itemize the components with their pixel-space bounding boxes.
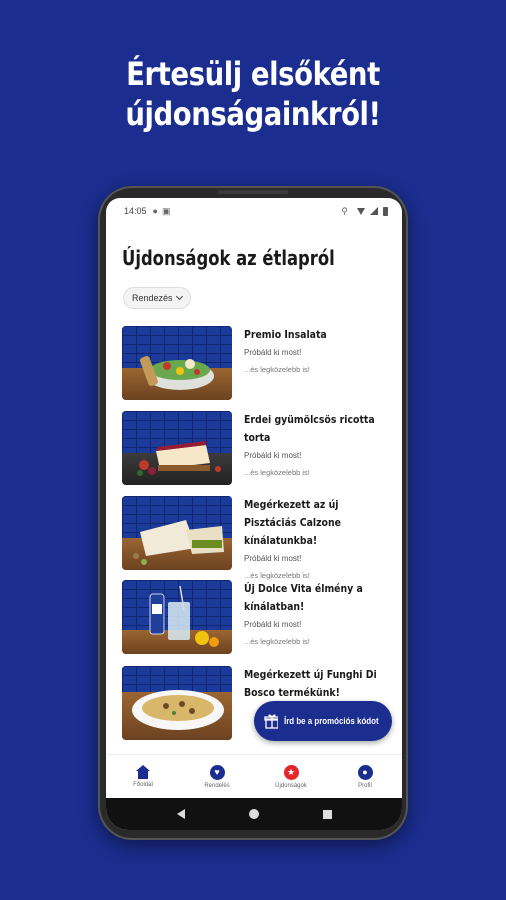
sort-label: Rendezés bbox=[132, 293, 173, 303]
promo-headline: Értesülj elsőként újdonságainkról! bbox=[35, 54, 470, 134]
item-title: Megérkezett új Funghi Di Bosco termékünk… bbox=[244, 668, 377, 699]
bottom-tab-bar: Főoldal ♥ Rendelés ★ Újdonságok ● Profil bbox=[106, 754, 402, 798]
back-icon[interactable] bbox=[176, 809, 185, 819]
item-image-calzone bbox=[122, 496, 232, 570]
app-screen: 14:05 ● ▣ ⚲ Újdonságok az étlapról Rende… bbox=[106, 198, 402, 830]
item-title: Megérkezett az új Pisztáciás Calzone kín… bbox=[244, 498, 341, 547]
home-icon bbox=[136, 765, 150, 779]
item-subtitle: Próbáld ki most! bbox=[244, 451, 302, 460]
news-list: Premio Insalata Próbáld ki most! ...és l… bbox=[122, 324, 392, 749]
order-icon: ♥ bbox=[209, 764, 225, 780]
location-icon: ⚲ bbox=[341, 205, 348, 216]
profile-icon: ● bbox=[357, 764, 373, 780]
item-subtitle: Próbáld ki most! bbox=[244, 554, 302, 563]
phone-speaker bbox=[218, 190, 288, 194]
headline-line-2: újdonságainkról! bbox=[125, 95, 381, 133]
tab-news[interactable]: ★ Újdonságok bbox=[254, 755, 328, 798]
headline-line-1: Értesülj elsőként bbox=[126, 55, 380, 93]
item-image-salad bbox=[122, 326, 232, 400]
item-subtitle: Próbáld ki most! bbox=[244, 620, 302, 629]
battery-icon bbox=[383, 206, 388, 216]
tab-label: Főoldal bbox=[133, 782, 153, 788]
wifi-icon bbox=[357, 207, 365, 215]
list-item[interactable]: Megérkezett az új Pisztáciás Calzone kín… bbox=[122, 494, 392, 580]
gift-icon bbox=[264, 714, 279, 729]
tab-profile[interactable]: ● Profil bbox=[328, 755, 402, 798]
notification-icon: ▣ bbox=[161, 205, 171, 216]
list-item[interactable]: Új Dolce Vita élmény a kínálatban! Próbá… bbox=[122, 578, 392, 664]
tab-label: Profil bbox=[358, 782, 372, 789]
promo-code-button[interactable]: Írd be a promóciós kódot bbox=[254, 701, 392, 741]
home-circle-icon[interactable] bbox=[248, 809, 259, 819]
status-time: 14:05 bbox=[124, 206, 147, 216]
tab-home[interactable]: Főoldal bbox=[106, 755, 180, 798]
item-note: ...és legközelebb is! bbox=[244, 365, 310, 374]
list-item[interactable]: Premio Insalata Próbáld ki most! ...és l… bbox=[122, 324, 392, 409]
item-title: Erdei gyümölcsös ricotta torta bbox=[244, 413, 375, 444]
item-note: ...és legközelebb is! bbox=[244, 468, 310, 477]
item-title: Új Dolce Vita élmény a kínálatban! bbox=[244, 582, 363, 613]
recents-icon[interactable] bbox=[322, 809, 332, 819]
item-image-cheesecake bbox=[122, 411, 232, 485]
tab-label: Újdonságok bbox=[275, 782, 307, 789]
sort-button[interactable]: Rendezés bbox=[123, 287, 191, 309]
item-title: Premio Insalata bbox=[244, 328, 327, 341]
item-image-pasta bbox=[122, 666, 232, 740]
promo-code-label: Írd be a promóciós kódot bbox=[284, 716, 380, 726]
tab-label: Rendelés bbox=[204, 782, 230, 789]
list-item[interactable]: Erdei gyümölcsös ricotta torta Próbáld k… bbox=[122, 409, 392, 494]
tab-order[interactable]: ♥ Rendelés bbox=[180, 755, 254, 798]
signal-icon bbox=[370, 207, 378, 215]
item-note: ...és legközelebb is! bbox=[244, 637, 310, 646]
page-title: Újdonságok az étlapról bbox=[122, 246, 335, 270]
star-icon: ★ bbox=[283, 764, 299, 780]
status-bar: 14:05 ● ▣ ⚲ bbox=[106, 198, 402, 224]
message-icon: ● bbox=[152, 206, 158, 216]
item-image-drink bbox=[122, 580, 232, 654]
chevron-down-icon bbox=[175, 292, 183, 301]
system-nav-bar bbox=[106, 798, 402, 830]
item-subtitle: Próbáld ki most! bbox=[244, 348, 302, 357]
